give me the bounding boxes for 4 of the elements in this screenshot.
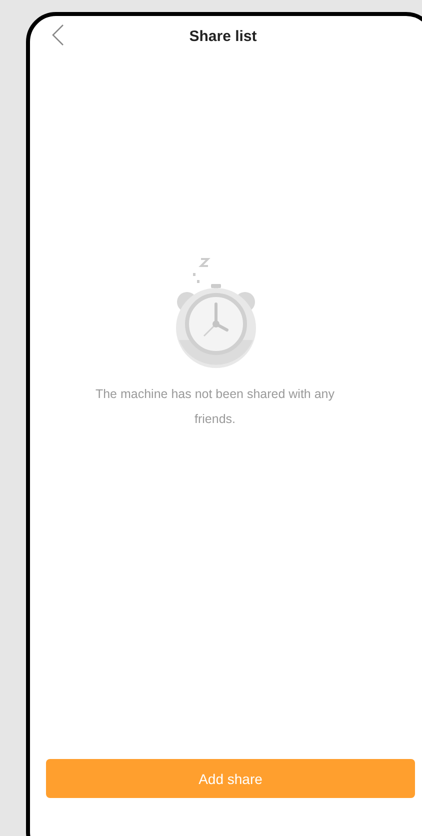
back-button[interactable]: [52, 24, 64, 46]
add-share-button[interactable]: Add share: [46, 759, 415, 798]
page-title: Share list: [189, 28, 257, 44]
empty-message: The machine has not been shared with any friends.: [94, 386, 336, 428]
